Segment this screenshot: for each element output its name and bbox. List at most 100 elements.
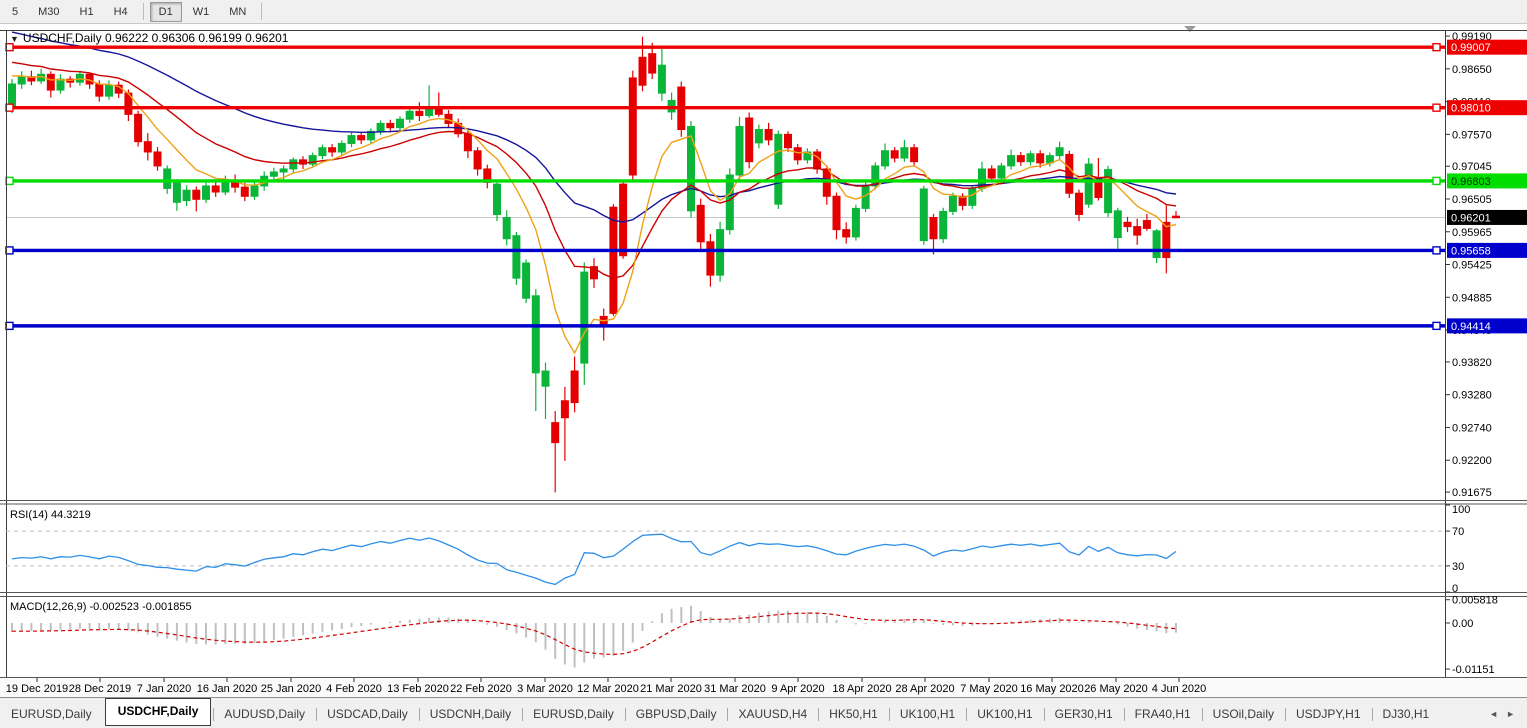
rsi-tick-label: 70 [1452,526,1464,538]
tab-scroll-left-icon[interactable]: ◄ [1489,709,1498,719]
candle-body [657,64,666,94]
candle-body [851,207,860,238]
line-drag-handle[interactable] [1432,42,1441,52]
price-tick-label: 0.96505 [1452,194,1492,206]
chart-tab-usoil-daily[interactable]: USOil,Daily [1201,701,1285,728]
timeframe-button-w1[interactable]: W1 [184,2,219,22]
candle-body [143,141,152,153]
price-badge-label: 0.96803 [1451,176,1491,188]
chart-tab-dj30-h1[interactable]: DJ30,H1 [1371,701,1441,728]
candle-body [919,188,928,242]
date-tick-label: 12 Mar 2020 [577,683,639,695]
candle-body [134,113,143,143]
candle-body [105,84,113,97]
date-tick-label: 4 Jun 2020 [1152,683,1206,695]
line-drag-handle[interactable] [5,42,14,52]
price-tick-label: 0.94885 [1452,292,1492,304]
candle-body [706,241,715,276]
timeframe-button-d1[interactable]: D1 [149,1,182,22]
date-tick-label: 4 Feb 2020 [326,683,382,695]
chart-tab-ger30-h1[interactable]: GER30,H1 [1043,701,1124,728]
candle-body [696,204,705,243]
line-drag-handle[interactable] [5,321,14,331]
candle-body [493,183,501,215]
line-drag-handle[interactable] [5,176,14,186]
line-drag-handle[interactable] [1432,246,1441,255]
chart-tab-usdjpy-h1[interactable]: USDJPY,H1 [1285,701,1371,728]
price-tick-label: 0.98650 [1452,64,1492,76]
candle-body [415,110,424,117]
chart-tab-usdcad-daily[interactable]: USDCAD,Daily [316,701,419,728]
price-tick-label: 0.95965 [1452,227,1492,239]
date-tick-label: 28 Apr 2020 [895,683,954,695]
trading-terminal-window: 5M30H1H4 D1W1MN 0.991900.986500.981100.97… [0,0,1527,728]
date-tick-label: 22 Feb 2020 [450,683,512,695]
candle-body [463,133,472,152]
price-badge-label: 0.99007 [1451,42,1491,54]
candle-body [46,73,55,91]
timeframe-button-h1[interactable]: H1 [71,2,103,22]
price-tick-label: 0.97570 [1452,129,1492,141]
toolbar-separator [142,3,144,20]
chart-tab-xauusd-h4[interactable]: XAUUSD,H4 [727,701,818,728]
candle-body [240,186,249,197]
date-tick-label: 16 Jan 2020 [197,683,258,695]
candle-body [725,174,734,231]
candle-body [17,76,26,85]
tab-scroll-arrows: ◄ ► [1483,709,1527,728]
candle-body [842,229,851,238]
candle-body [997,165,1006,179]
macd-tick-label: 0.005818 [1452,595,1498,607]
chart-tab-gbpusd-daily[interactable]: GBPUSD,Daily [624,701,728,728]
candle-body [163,168,172,189]
chart-canvas[interactable]: 0.991900.986500.981100.975700.970450.965… [0,24,1527,697]
candle-body [221,180,230,193]
candle-body [512,235,521,279]
candle-body [1026,153,1035,163]
chart-tab-bar: EURUSD,Daily USDCHF,Daily AUDUSD,Daily USDC… [0,697,1527,728]
line-drag-handle[interactable] [5,246,14,255]
tab-scroll-right-icon[interactable]: ► [1506,709,1515,719]
chart-tab-audusd-daily[interactable]: AUDUSD,Daily [213,701,316,728]
candle-body [522,262,531,299]
candle-body [832,195,841,231]
chart-tab-uk100-h1[interactable]: UK100,H1 [888,701,966,728]
line-drag-handle[interactable] [1432,176,1441,186]
macd-tick-label: -0.01151 [1452,664,1495,676]
candle-body [531,295,540,374]
candle-body [609,206,618,314]
candle-body [328,147,337,153]
timeframe-button-m30[interactable]: M30 [29,2,68,22]
candle-body [347,135,356,144]
candle-body [793,147,802,161]
chart-tab-uk100-h1[interactable]: UK100,H1 [966,701,1043,728]
chart-tab-eurusd-daily[interactable]: EURUSD,Daily [0,701,103,728]
timeframe-button-h4[interactable]: H4 [105,2,137,22]
date-tick-label: 3 Mar 2020 [517,683,573,695]
candle-body [192,189,201,200]
timeframe-button-mn[interactable]: MN [220,2,255,22]
price-badge-label: 0.96201 [1451,212,1491,224]
candle-body [1142,220,1151,229]
price-badge-label: 0.95658 [1451,245,1491,257]
macd-tick-label: 0.00 [1452,618,1473,630]
line-drag-handle[interactable] [1432,103,1441,112]
line-drag-handle[interactable] [5,103,14,112]
chart-tab-hk50-h1[interactable]: HK50,H1 [818,701,889,728]
candle-body [502,217,511,240]
candle-body [1075,192,1083,215]
date-tick-label: 31 Mar 2020 [704,683,766,695]
price-tick-label: 0.93820 [1452,357,1492,369]
chart-tab-eurusd-daily[interactable]: EURUSD,Daily [522,701,625,728]
candle-body [560,400,569,419]
chart-tab-usdcnh-daily[interactable]: USDCNH,Daily [418,701,522,728]
candle-body [1036,153,1045,164]
chart-tab-usdchf-daily[interactable]: USDCHF,Daily [104,698,212,726]
candle-body [735,125,744,176]
date-axis[interactable]: 19 Dec 2019 28 Dec 2019 7 Jan 2020 16 Jan 2… [0,678,1527,697]
chart-tab-fra40-h1[interactable]: FRA40,H1 [1123,701,1202,728]
timeframe-button-5[interactable]: 5 [3,2,27,22]
candle-body [318,147,327,157]
line-drag-handle[interactable] [1432,321,1441,331]
date-tick-label: 26 May 2020 [1084,683,1148,695]
